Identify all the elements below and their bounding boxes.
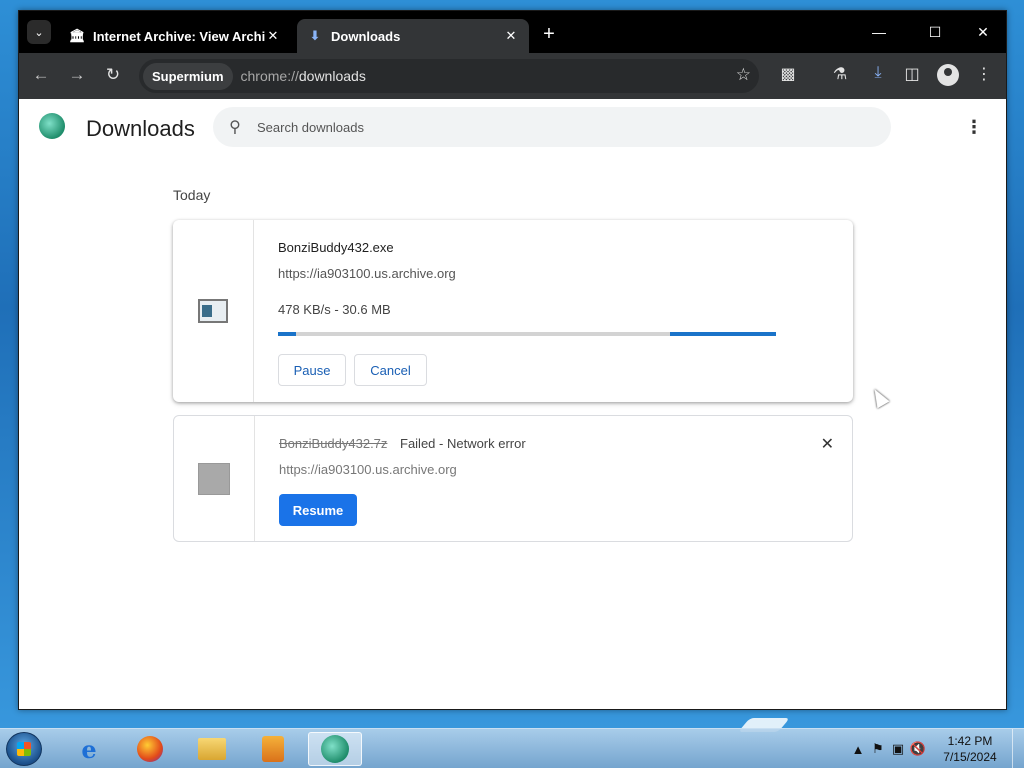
tab-title: Internet Archive: View Archive	[93, 28, 265, 44]
archive-building-icon: 🏛	[69, 28, 86, 43]
browser-toolbar: ← → ↻ Supermium chrome://downloads ☆ ▩ ⚗…	[19, 53, 1006, 99]
taskbar-internet-explorer[interactable]: e	[62, 732, 116, 766]
taskbar-file-explorer[interactable]	[185, 732, 239, 766]
remove-download-close-icon[interactable]: ✕	[821, 434, 834, 454]
tab-close-icon[interactable]: ✕	[265, 28, 281, 44]
progress-fill-start	[278, 332, 296, 336]
browser-window: ⌄ 🏛 Internet Archive: View Archive ✕ ⬇ D…	[18, 10, 1007, 710]
address-url: chrome://downloads	[241, 68, 366, 84]
resume-button[interactable]: Resume	[279, 494, 357, 526]
system-tray: ▲ ⚑ ▣ 🔇 1:42 PM 7/15/2024	[848, 729, 1024, 768]
downloads-toolbar-icon[interactable]: ⤓	[865, 64, 891, 82]
folder-icon	[198, 738, 226, 760]
supermium-logo-icon	[39, 113, 65, 139]
download-progress-text: 478 KB/s - 30.6 MB	[278, 302, 391, 317]
downloads-menu-kebab-icon[interactable]: ⋮	[965, 117, 983, 138]
download-progress-bar	[278, 332, 776, 336]
download-item-in-progress: BonziBuddy432.exe https://ia903100.us.ar…	[173, 220, 853, 402]
taskbar-supermium[interactable]	[308, 732, 362, 766]
side-panel-icon[interactable]: ◫	[899, 64, 925, 84]
download-source-url[interactable]: https://ia903100.us.archive.org	[278, 266, 456, 281]
download-arrow-icon: ⬇	[309, 28, 321, 43]
download-filename[interactable]: BonziBuddy432.exe	[278, 240, 394, 255]
profile-avatar-icon[interactable]	[937, 64, 959, 86]
firefox-icon	[137, 736, 163, 762]
forward-arrow-icon[interactable]: →	[63, 65, 91, 85]
supermium-icon	[321, 735, 349, 763]
download-source-url[interactable]: https://ia903100.us.archive.org	[279, 462, 457, 477]
downloads-page: Downloads ⚲ ⋮ Today BonziBuddy432.exe ht…	[19, 99, 1006, 709]
pause-button[interactable]: Pause	[278, 354, 346, 386]
cancel-button[interactable]: Cancel	[354, 354, 427, 386]
taskbar-media-player[interactable]	[246, 732, 300, 766]
browser-menu-kebab-icon[interactable]: ⋮	[971, 64, 997, 84]
windows-taskbar: e ▲ ⚑ ▣ 🔇 1:42 PM 7/15/2024	[0, 728, 1024, 768]
url-scheme: chrome://	[240, 68, 299, 84]
start-button[interactable]	[6, 732, 42, 766]
minimize-icon[interactable]: —	[859, 19, 899, 45]
exe-file-icon	[198, 299, 228, 323]
search-input[interactable]	[257, 119, 857, 135]
maximize-icon[interactable]: ☐	[915, 19, 955, 45]
tab-internet-archive[interactable]: 🏛 Internet Archive: View Archive ✕	[59, 19, 291, 53]
download-details: BonziBuddy432.exe https://ia903100.us.ar…	[278, 220, 853, 402]
browser-name-chip[interactable]: Supermium	[143, 62, 233, 90]
clock-date: 7/15/2024	[943, 750, 997, 764]
search-icon: ⚲	[229, 119, 241, 136]
download-details: BonziBuddy432.7z Failed - Network error …	[279, 416, 852, 541]
show-desktop-button[interactable]	[1012, 729, 1024, 768]
page-title: Downloads	[86, 116, 195, 141]
volume-muted-icon[interactable]: 🔇	[908, 741, 928, 757]
file-icon-column	[173, 220, 254, 402]
title-bar: ⌄ 🏛 Internet Archive: View Archive ✕ ⬇ D…	[19, 11, 1006, 53]
network-icon[interactable]: ▣	[888, 741, 908, 757]
tab-downloads[interactable]: ⬇ Downloads ✕	[297, 19, 529, 53]
date-section-label: Today	[173, 187, 211, 203]
back-arrow-icon[interactable]: ←	[27, 65, 55, 85]
downloads-header: Downloads ⚲ ⋮	[19, 99, 1006, 155]
show-hidden-icons-chevron-icon[interactable]: ▲	[848, 742, 868, 757]
download-item-failed: BonziBuddy432.7z Failed - Network error …	[173, 415, 853, 542]
internet-explorer-icon: e	[81, 734, 97, 764]
taskbar-clock[interactable]: 1:42 PM 7/15/2024	[928, 733, 1012, 765]
bookmark-star-icon[interactable]: ☆	[736, 65, 751, 85]
tab-close-icon[interactable]: ✕	[503, 28, 519, 44]
download-status-text: Failed - Network error	[400, 436, 526, 451]
tab-search-chevron-icon[interactable]: ⌄	[27, 20, 51, 44]
url-path: downloads	[298, 68, 366, 84]
reload-icon[interactable]: ↻	[99, 65, 127, 85]
archive-file-icon	[198, 462, 230, 495]
taskbar-firefox[interactable]	[123, 732, 177, 766]
progress-fill-indeterminate	[670, 332, 776, 336]
labs-flask-icon[interactable]: ⚗	[827, 64, 853, 84]
action-center-flag-icon[interactable]: ⚑	[868, 741, 888, 757]
address-bar[interactable]: Supermium chrome://downloads ☆	[139, 59, 759, 93]
download-filename: BonziBuddy432.7z	[279, 436, 388, 451]
media-player-icon	[262, 736, 284, 762]
file-icon-column	[174, 416, 255, 541]
extensions-puzzle-icon[interactable]: ▩	[775, 64, 801, 84]
tab-title: Downloads	[331, 28, 401, 44]
window-close-icon[interactable]: ✕	[963, 19, 1003, 45]
clock-time: 1:42 PM	[947, 734, 993, 748]
new-tab-plus-icon[interactable]: +	[537, 23, 561, 46]
search-box[interactable]: ⚲	[213, 107, 891, 147]
